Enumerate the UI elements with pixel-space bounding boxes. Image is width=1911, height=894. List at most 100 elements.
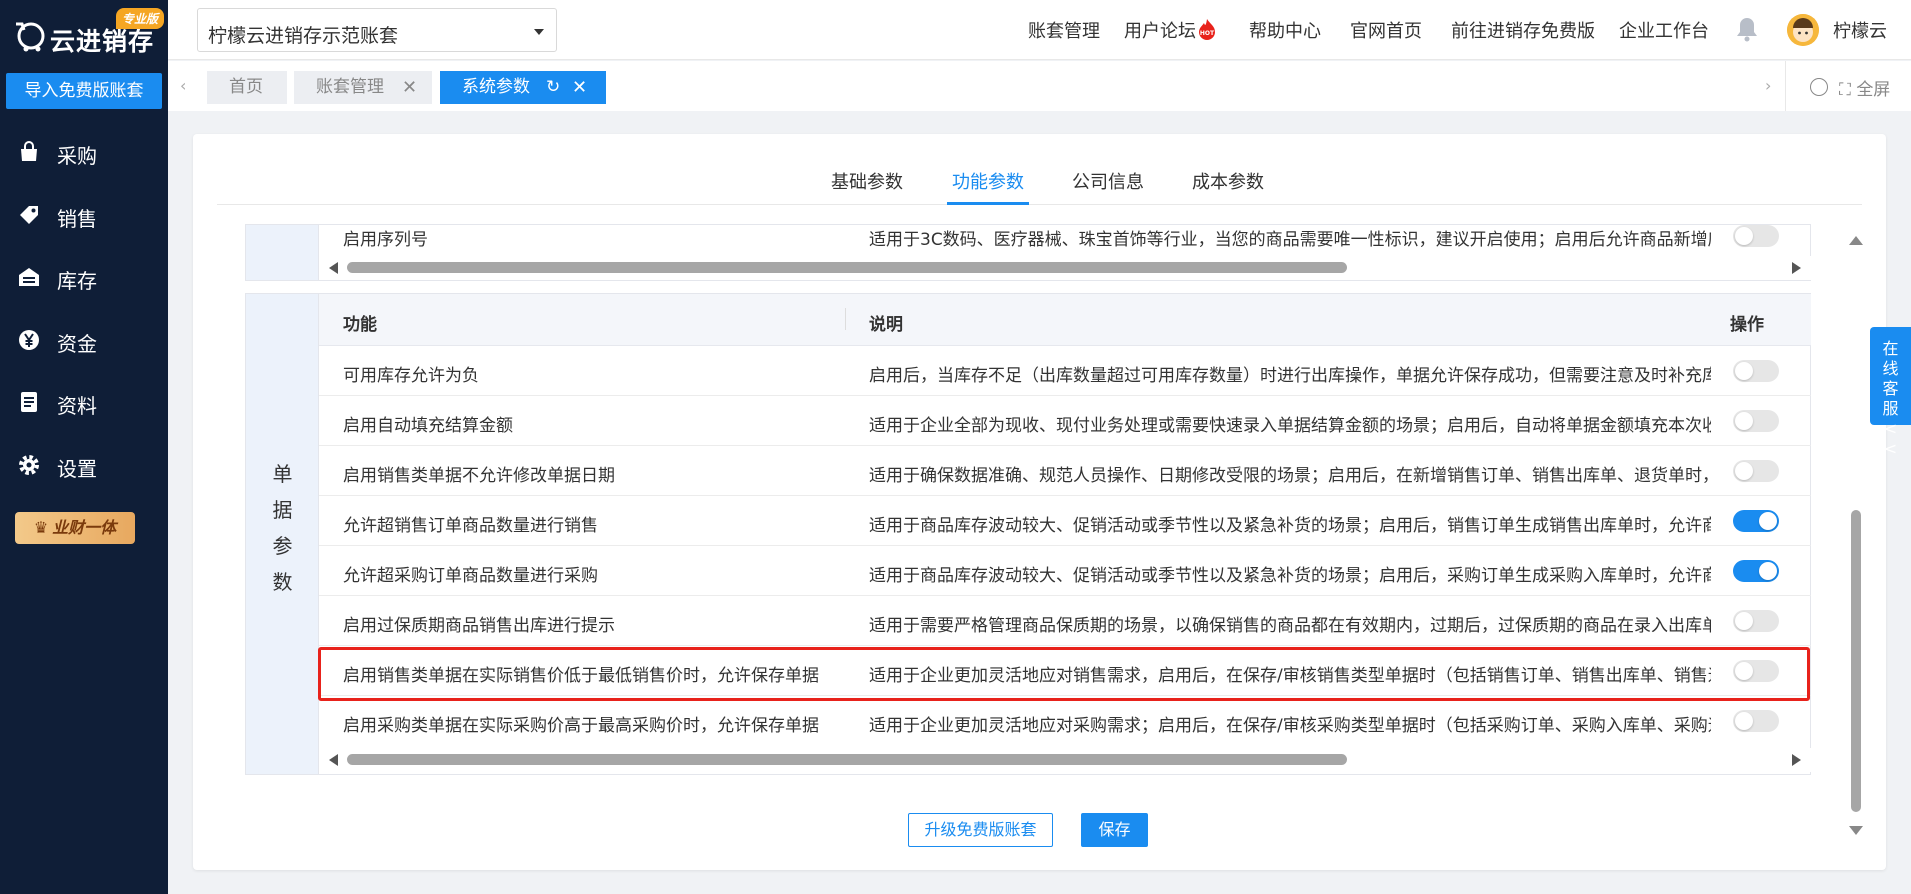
toggle-above-max-purchase-price[interactable] [1733,710,1779,732]
tab-basic-params[interactable]: 基础参数 [831,168,903,194]
toggle-negative-stock[interactable] [1733,360,1779,382]
table-row: 允许超销售订单商品数量进行销售 适用于商品库存波动较大、促销活动或季节性以及紧急… [319,496,1811,546]
refresh-icon[interactable]: ↻ [546,71,560,104]
tab-cost-params[interactable]: 成本参数 [1192,168,1264,194]
sidebar-item-data[interactable]: 资料 [0,380,168,424]
row-description: 适用于商品库存波动较大、促销活动或季节性以及紧急补货的场景；启用后，采购订单生成… [869,566,1711,586]
sidebar-item-label: 库存 [57,269,97,293]
link-free-version[interactable]: 前往进销存免费版 [1451,17,1595,43]
horizontal-scrollbar[interactable] [319,748,1811,772]
row-description: 适用于确保数据准确、规范人员操作、日期修改受限的场景；启用后，在新增销售订单、销… [869,466,1711,486]
row-function: 启用序列号 [343,230,428,250]
document-icon [21,392,37,412]
close-icon[interactable]: ✕ [402,71,417,104]
scroll-right-arrow-icon[interactable] [1792,754,1801,766]
scroll-down-arrow-icon[interactable] [1849,826,1863,835]
scroll-thumb[interactable] [347,754,1347,765]
tab-label: 系统参数 [462,77,530,97]
toggle-lock-sales-date[interactable] [1733,460,1779,482]
table-row: 可用库存允许为负 启用后，当库存不足（出库数量超过可用库存数量）时进行出库操作，… [319,346,1811,396]
warehouse-icon [19,268,39,286]
row-function: 启用销售类单据不允许修改单据日期 [343,466,615,486]
top-header: 柠檬云进销存示范账套 账套管理 用户论坛 HOT 帮助中心 官网首页 前往进销存… [168,0,1911,60]
toggle-knob [1735,612,1753,630]
import-free-account-button[interactable]: 导入免费版账套 [6,73,162,109]
tab-label: 账套管理 [316,77,384,97]
row-function: 允许超采购订单商品数量进行采购 [343,566,598,586]
scroll-right-arrow-icon[interactable] [1792,262,1801,274]
tabs-scroll-right-icon[interactable]: › [1765,78,1775,94]
toggle-knob [1735,412,1753,430]
fullscreen-button[interactable]: ⛶ 全屏 [1839,75,1890,100]
fullscreen-icon: ⛶ [1839,80,1857,100]
promo-banner[interactable]: ♛ 业财一体 [15,512,135,544]
toggle-exceed-sales-order[interactable] [1733,510,1779,532]
account-select[interactable]: 柠檬云进销存示范账套 [197,8,557,52]
fullscreen-label: 全屏 [1856,80,1891,100]
row-description: 适用于商品库存波动较大、促销活动或季节性以及紧急补货的场景；启用后，销售订单生成… [869,516,1711,536]
bag-icon [21,141,37,161]
toggle-knob [1759,512,1777,530]
table-row: 启用过保质期商品销售出库进行提示 适用于需要严格管理商品保质期的场景，以确保销售… [319,596,1811,646]
tab-function-params[interactable]: 功能参数 [952,168,1024,194]
link-account-management[interactable]: 账套管理 [1028,17,1100,43]
tab-home[interactable]: 首页 [207,71,287,104]
tab-account-management[interactable]: 账套管理 ✕ [294,71,432,104]
yen-icon [19,330,39,350]
customer-service-label: 在线客服<< [1882,339,1899,458]
sidebar-item-label: 资料 [57,394,97,418]
upgrade-free-account-button[interactable]: 升级免费版账套 [908,813,1053,847]
toggle-auto-fill-settlement[interactable] [1733,410,1779,432]
toggle-knob [1735,362,1753,380]
pro-badge: 专业版 [115,8,164,29]
tab-system-params[interactable]: 系统参数 ↻ ✕ [440,71,606,104]
row-function: 允许超销售订单商品数量进行销售 [343,516,598,536]
bell-icon[interactable] [1735,16,1759,42]
scroll-thumb[interactable] [347,262,1347,273]
scroll-left-arrow-icon[interactable] [329,262,338,274]
group-label-char: 据 [272,498,293,522]
group-label-char: 单 [272,462,293,486]
tab-company-info[interactable]: 公司信息 [1072,168,1144,194]
row-description: 启用后，当库存不足（出库数量超过可用库存数量）时进行出库操作，单据允许保存成功，… [869,366,1711,386]
tabs-scroll-left-icon[interactable]: ‹ [180,78,190,94]
sidebar-item-settings[interactable]: 设置 [0,443,168,487]
link-enterprise-workbench[interactable]: 企业工作台 [1619,17,1709,43]
close-icon[interactable]: ✕ [572,71,587,104]
row-description: 适用于企业更加灵活地应对采购需求；启用后，在保存/审核采购类型单据时（包括采购订… [869,716,1711,736]
table-row: 启用序列号 适用于3C数码、医疗器械、珠宝首饰等行业，当您的商品需要唯一性标识，… [319,215,1811,257]
save-button[interactable]: 保存 [1081,813,1148,847]
online-customer-service[interactable]: 在线客服<< [1870,327,1911,458]
collapse-up-icon[interactable] [1810,78,1828,96]
tag-icon [20,206,38,224]
toggle-exceed-purchase-order[interactable] [1733,560,1779,582]
column-divider [845,308,846,330]
table-row: 启用自动填充结算金额 适用于企业全部为现收、现付业务处理或需要快速录入单据结算金… [319,396,1811,446]
sidebar-item-label: 销售 [57,207,97,231]
toggle-serial-number[interactable] [1733,225,1779,247]
vertical-scroll-thumb[interactable] [1851,510,1861,812]
sidebar-item-inventory[interactable]: 库存 [0,255,168,299]
horizontal-scrollbar[interactable] [319,256,1811,280]
avatar[interactable] [1787,14,1819,46]
toggle-knob [1735,712,1753,730]
group-cell [246,225,319,280]
scroll-left-arrow-icon[interactable] [329,754,338,766]
gear-icon [19,455,39,475]
link-help-center[interactable]: 帮助中心 [1249,17,1321,43]
user-name[interactable]: 柠檬云 [1833,17,1887,43]
sidebar-item-label: 采购 [57,144,97,168]
row-function: 启用采购类单据在实际采购价高于最高采购价时，允许保存单据 [343,716,819,736]
toggle-expired-goods-warning[interactable] [1733,610,1779,632]
sidebar-item-sales[interactable]: 销售 [0,193,168,237]
group-label-char: 数 [272,570,293,594]
sidebar-item-funds[interactable]: 资金 [0,318,168,362]
link-user-forum[interactable]: 用户论坛 [1124,17,1196,43]
row-function: 启用自动填充结算金额 [343,416,513,436]
brand-logo[interactable]: 云进销存 专业版 [10,6,164,56]
link-official-site[interactable]: 官网首页 [1350,17,1422,43]
hot-badge-label: HOT [1200,30,1215,37]
toggle-knob [1759,562,1777,580]
scroll-up-arrow-icon[interactable] [1849,236,1863,245]
sidebar-item-purchase[interactable]: 采购 [0,130,168,174]
